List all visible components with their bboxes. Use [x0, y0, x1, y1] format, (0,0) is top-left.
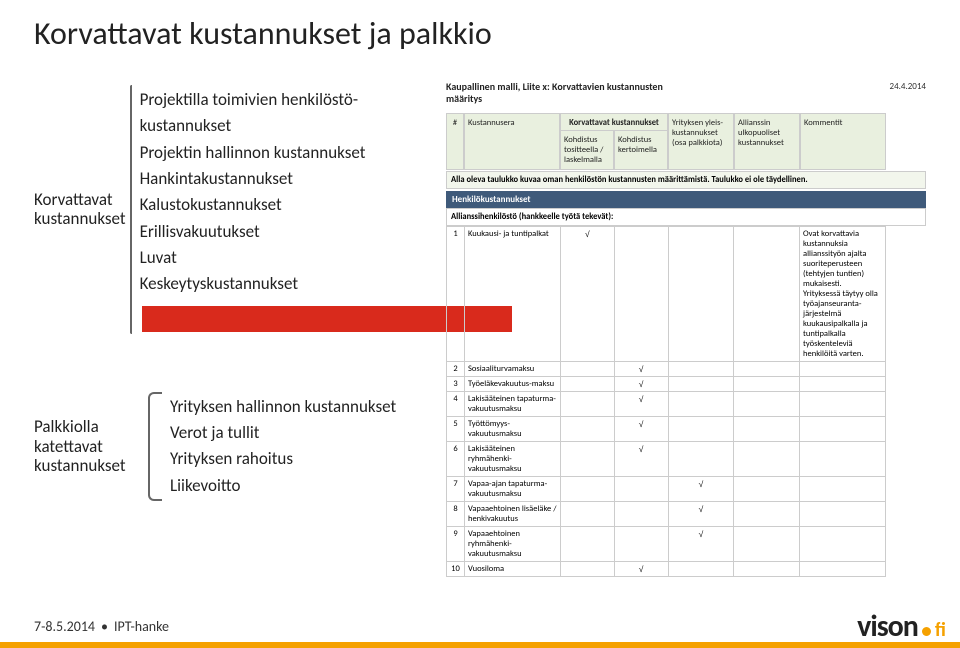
sheet-table: 1Kuukausi- ja tuntipalkat√Ovat korvattav… — [446, 226, 886, 577]
table-row: 5Työttömyys-vakuutusmaksu√ — [447, 417, 886, 442]
brace-items: Yrityksen hallinnon kustannukset Verot j… — [170, 388, 396, 505]
list-item: Verot ja tullit — [170, 420, 396, 446]
brace-group-fee: Palkkiolla katettavat kustannukset Yrity… — [34, 388, 424, 505]
table-row: 1Kuukausi- ja tuntipalkat√Ovat korvattav… — [447, 227, 886, 362]
th-factor: Kohdistus kertoimella — [614, 130, 668, 170]
brace-icon — [148, 392, 162, 501]
content-row: Korvattavat kustannukset Projektilla toi… — [34, 81, 926, 577]
footer-date: 7-8.5.2014 — [34, 618, 95, 635]
brace-label: Palkkiolla katettavat kustannukset — [34, 417, 144, 476]
th-receipt: Kohdistus tositteella / laskelmalla — [560, 130, 614, 170]
table-row: 9Vapaaehtoinen ryhmähenki-vakuutusmaksu√ — [447, 527, 886, 562]
footer-label: IPT-hanke — [114, 618, 169, 635]
table-row: 7Vapaa-ajan tapaturma-vakuutusmaksu√ — [447, 477, 886, 502]
sheet-subsection: Allianssihenkilöstö (hankkeelle työtä te… — [446, 208, 926, 226]
left-column: Korvattavat kustannukset Projektilla toi… — [34, 81, 424, 577]
sheet-header: # Kustannusera Korvattavat kustannukset … — [446, 113, 926, 170]
footer-accent-bar — [0, 642, 960, 648]
sheet-date: 24.4.2014 — [890, 81, 926, 92]
table-row: 2Sosiaaliturvamaksu√ — [447, 362, 886, 377]
sheet-note: Alla oleva taulukko kuvaa oman henkilöst… — [446, 171, 926, 189]
sheet-section: Henkilökustannukset — [446, 191, 926, 208]
slide: Korvattavat kustannukset ja palkkio Korv… — [0, 0, 960, 648]
page-title: Korvattavat kustannukset ja palkkio — [34, 14, 926, 53]
table-row: 10Vuosiloma√ — [447, 562, 886, 577]
logo-dot-icon — [922, 627, 931, 636]
logo: vison fi — [857, 608, 960, 645]
list-item: Liikevoitto — [170, 473, 396, 499]
logo-text: vison — [857, 608, 918, 645]
footer-left: 7-8.5.2014 • IPT-hanke — [0, 618, 169, 635]
brace-group-reimbursable: Korvattavat kustannukset Projektilla toi… — [34, 81, 424, 338]
th-name: Kustannusera — [464, 113, 560, 170]
list-item: Yrityksen rahoitus — [170, 446, 396, 472]
table-row: 6Lakisääteinen ryhmähenki-vakuutusmaksu√ — [447, 442, 886, 477]
list-item: Yrityksen hallinnon kustannukset — [170, 394, 396, 420]
table-row: 4Lakisääteinen tapaturma-vakuutusmaksu√ — [447, 392, 886, 417]
th-num: # — [446, 113, 464, 170]
brace-icon — [130, 85, 132, 334]
logo-tld: fi — [935, 618, 946, 642]
th-overhead: Yrityksen yleis-kustannukset (osa palkki… — [668, 113, 734, 170]
brace-label: Korvattavat kustannukset — [34, 190, 126, 229]
th-comments: Kommentit — [800, 113, 886, 170]
spreadsheet-thumb: 24.4.2014 Kaupallinen malli, Liite x: Ko… — [446, 81, 926, 577]
th-group: Korvattavat kustannukset — [560, 113, 668, 130]
th-external: Allianssin ulkopuoliset kustannukset — [734, 113, 800, 170]
sheet-title: Kaupallinen malli, Liite x: Korvattavien… — [446, 81, 686, 105]
table-row: 8Vapaaehtoinen lisäeläke / henkivakuutus… — [447, 502, 886, 527]
table-row: 3Työeläkevakuutus-maksu√ — [447, 377, 886, 392]
